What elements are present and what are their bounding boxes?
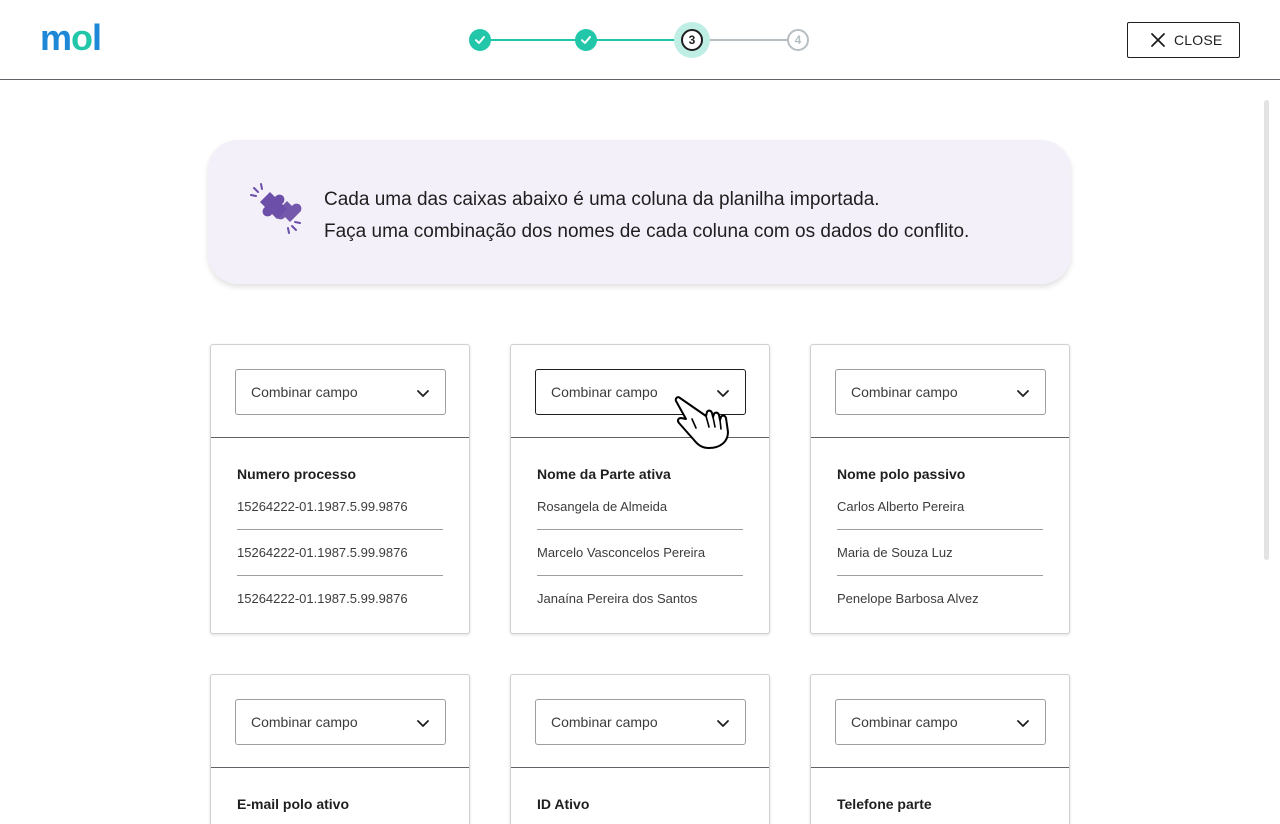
select-label: Combinar campo (851, 384, 958, 400)
combine-field-select[interactable]: Combinar campo (835, 369, 1046, 415)
hand-pointer-cursor-icon (674, 396, 729, 449)
top-bar: mol 3 4 CLOSE (0, 0, 1280, 80)
step-2-complete[interactable] (575, 29, 597, 51)
column-card: Combinar campo Numero processo 15264222-… (210, 344, 470, 634)
column-card: Combinar campo Nome da Parte ativa Rosan… (510, 344, 770, 634)
close-button-label: CLOSE (1174, 32, 1223, 48)
column-value: 15264222-01.1987.5.99.9876 (237, 575, 443, 621)
mol-logo[interactable]: mol (40, 17, 102, 58)
logo-letter-m: m (40, 17, 72, 58)
close-icon (1151, 33, 1165, 47)
column-title: Telefone parte (837, 796, 932, 812)
logo-letter-o: o (71, 17, 93, 58)
column-value: Maria de Souza Luz (837, 529, 1043, 575)
combine-field-select[interactable]: Combinar campo (235, 369, 446, 415)
select-label: Combinar campo (551, 714, 658, 730)
column-title: Nome da Parte ativa (537, 466, 671, 482)
column-card: Combinar campo ID Ativo (510, 674, 770, 824)
puzzle-icon (250, 183, 302, 234)
column-card-header: Combinar campo (211, 345, 469, 438)
column-card: Combinar campo Nome polo passivo Carlos … (810, 344, 1070, 634)
select-label: Combinar campo (251, 714, 358, 730)
chevron-down-icon (1017, 390, 1029, 397)
banner-line-1: Cada uma das caixas abaixo é uma coluna … (324, 189, 880, 210)
column-title: Nome polo passivo (837, 466, 966, 482)
combine-field-select[interactable]: Combinar campo (835, 699, 1046, 745)
column-value: Janaína Pereira dos Santos (537, 575, 743, 621)
column-value: 15264222-01.1987.5.99.9876 (237, 529, 443, 575)
chevron-down-icon (417, 390, 429, 397)
select-label: Combinar campo (251, 384, 358, 400)
combine-field-select[interactable]: Combinar campo (535, 699, 746, 745)
step-1-complete[interactable] (469, 29, 491, 51)
column-title: E-mail polo ativo (237, 796, 350, 812)
logo-letter-l: l (92, 17, 102, 58)
select-label: Combinar campo (551, 384, 658, 400)
close-button[interactable]: CLOSE (1127, 22, 1240, 58)
column-card-header: Combinar campo (211, 675, 469, 768)
progress-stepper: 3 4 (469, 22, 811, 58)
chevron-down-icon (417, 720, 429, 727)
chevron-down-icon (1017, 720, 1029, 727)
combine-field-select[interactable]: Combinar campo (235, 699, 446, 745)
select-label: Combinar campo (851, 714, 958, 730)
column-card-header: Combinar campo (811, 345, 1069, 438)
column-value: Penelope Barbosa Alvez (837, 575, 1043, 621)
column-title: Numero processo (237, 466, 357, 482)
column-value: Marcelo Vasconcelos Pereira (537, 529, 743, 575)
chevron-down-icon (717, 720, 729, 727)
info-banner: Cada uma das caixas abaixo é uma coluna … (208, 140, 1071, 284)
column-card: Combinar campo E-mail polo ativo (210, 674, 470, 824)
column-card-header: Combinar campo (811, 675, 1069, 768)
check-icon (581, 36, 591, 44)
scrollbar-thumb[interactable] (1264, 100, 1269, 560)
column-card: Combinar campo Telefone parte (810, 674, 1070, 824)
column-title: ID Ativo (537, 796, 590, 812)
step-4-todo[interactable]: 4 (787, 29, 809, 51)
column-card-header: Combinar campo (511, 675, 769, 768)
step-connector-1 (480, 39, 586, 41)
banner-line-2: Faça uma combinação dos nomes de cada co… (324, 221, 970, 242)
check-icon (475, 36, 485, 44)
banner-text: Cada uma das caixas abaixo é uma coluna … (324, 184, 969, 248)
step-3-current[interactable]: 3 (681, 29, 703, 51)
